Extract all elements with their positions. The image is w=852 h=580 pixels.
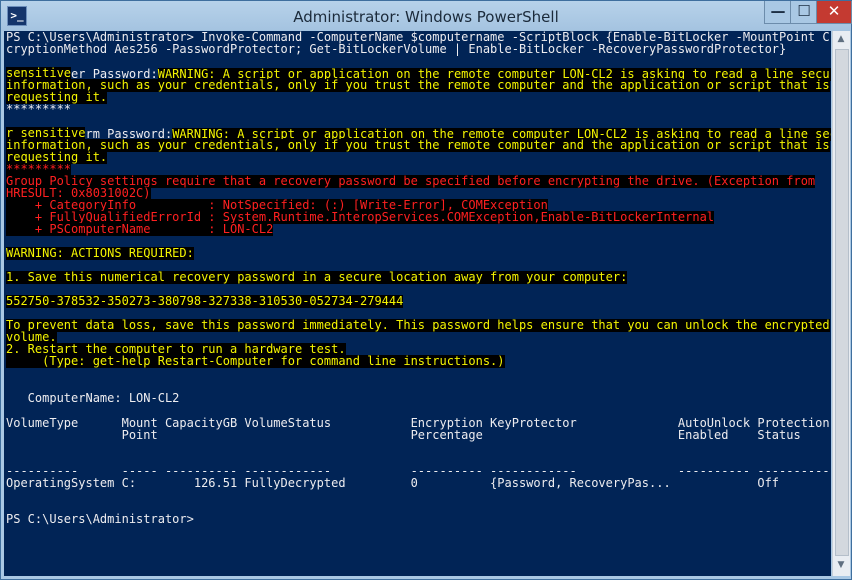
console-line: + PSComputerName : LON-CL2: [6, 222, 274, 236]
console-line: ComputerName: LON-CL2: [6, 391, 180, 405]
console-line: 1. Save this numerical recovery password…: [6, 270, 628, 284]
console-line: information, such as your credentials, o…: [6, 139, 830, 152]
console-line: To prevent data loss, save this password…: [6, 319, 830, 332]
error-text: + PSComputerName : LON-CL2: [6, 222, 274, 236]
table-row: OperatingSystem C: 126.51 FullyDecrypted…: [6, 476, 831, 490]
warning-message: To prevent data loss, save this password…: [6, 318, 830, 332]
warning-message: 1. Save this numerical recovery password…: [6, 270, 628, 284]
console-line: Enter Password:WARNING: A script or appl…: [6, 55, 831, 81]
minimize-button[interactable]: —: [764, 1, 792, 24]
scrollbar-thumb[interactable]: [835, 49, 849, 556]
recovery-password: 552750-378532-350273-380798-327338-31053…: [6, 294, 404, 308]
console-line: 552750-378532-350273-380798-327338-31053…: [6, 294, 404, 308]
command-prompt[interactable]: PS C:\Users\Administrator>: [6, 513, 194, 526]
console-output[interactable]: PS C:\Users\Administrator> Invoke-Comman…: [4, 31, 831, 576]
console-line: Confirm Password:WARNING: A script or ap…: [6, 115, 831, 141]
console-line: (Type: get-help Restart-Computer for com…: [6, 355, 505, 368]
warning-message: WARNING: ACTIONS REQUIRED:: [6, 246, 194, 260]
maximize-button[interactable]: ☐: [790, 1, 818, 24]
warning-message: information, such as your credentials, o…: [6, 78, 830, 92]
title-bar[interactable]: >_ Administrator: Windows PowerShell — ☐…: [1, 1, 852, 31]
warning-message: information, such as your credentials, o…: [6, 138, 830, 152]
warning-message: (Type: get-help Restart-Computer for com…: [6, 354, 505, 368]
window-title: Administrator: Windows PowerShell: [293, 8, 559, 26]
vertical-scrollbar[interactable]: ▲ ▼: [832, 31, 850, 576]
close-button[interactable]: ✕: [816, 1, 852, 24]
scroll-down-icon[interactable]: ▼: [836, 560, 846, 572]
powershell-window: >_ Administrator: Windows PowerShell — ☐…: [0, 0, 852, 580]
scroll-up-icon[interactable]: ▲: [836, 34, 846, 46]
console-line: WARNING: ACTIONS REQUIRED:: [6, 247, 194, 260]
console-line: information, such as your credentials, o…: [6, 79, 830, 92]
